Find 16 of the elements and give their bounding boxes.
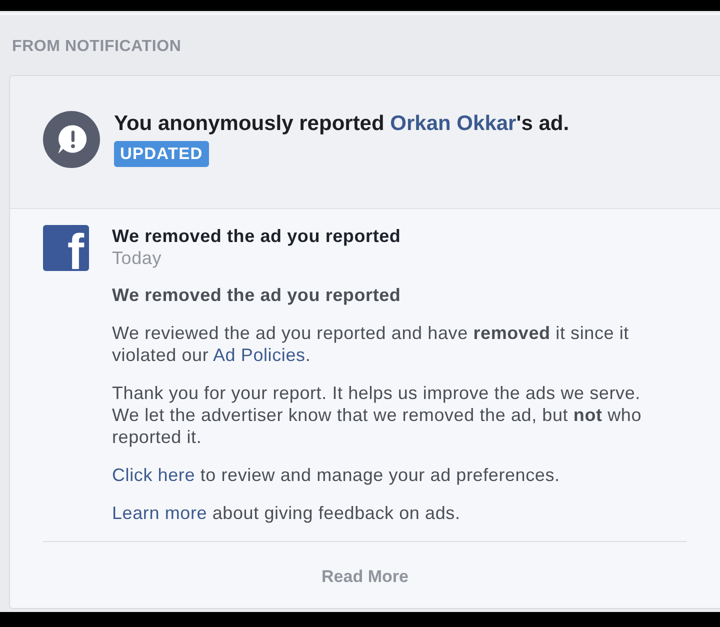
status-tag: UPDATED [114,141,209,167]
message-paragraph: Learn more about giving feedback on ads. [112,502,462,524]
message-heading: We removed the ad you reported [112,284,402,306]
app-logo: f [43,225,89,271]
inline-link[interactable]: Ad Policies [212,345,306,365]
inline-link[interactable]: Learn more [112,503,208,523]
section-label: FROM NOTIFICATION [12,37,182,56]
message-time: Today [112,247,163,269]
report-title: You anonymously reported Orkan Okkar's ad. [114,112,570,136]
message-title: We removed the ad you reported [112,225,402,247]
message-paragraph: Thank you for your report. It helps us improve the ads we serve. We let the advertiser know that we removed the ad, but not who reported it. [112,382,643,448]
message-paragraph: We reviewed the ad you reported and have removed it since it violated our Ad Policies. [112,322,630,366]
inline-link[interactable]: Click here [112,465,196,485]
message-paragraph: Click here to review and manage your ad preferences. [112,464,561,486]
exclamation-bubble-icon [43,111,100,168]
profile-name-link[interactable]: Orkan Okkar [390,112,516,135]
